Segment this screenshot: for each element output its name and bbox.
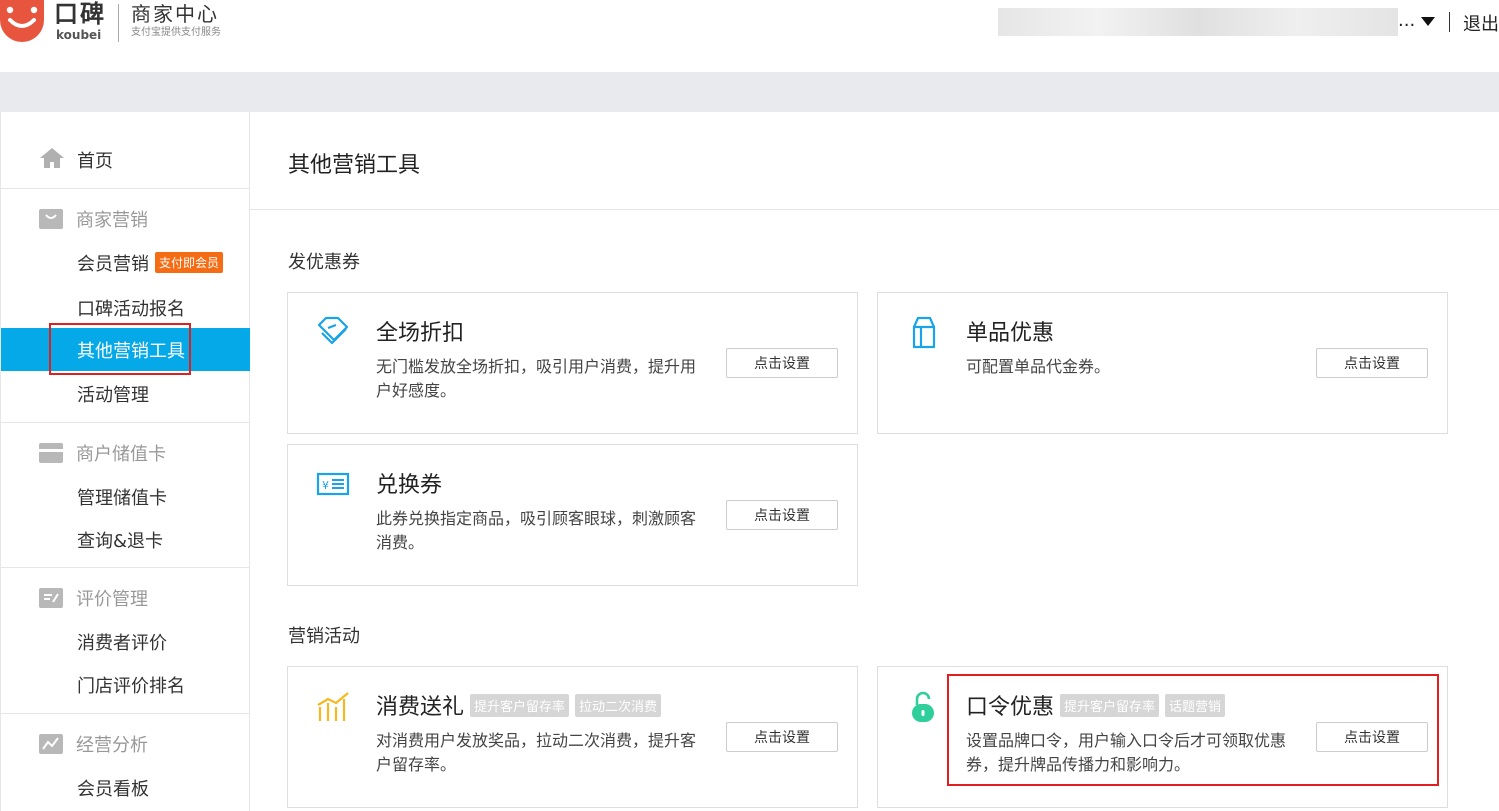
divider (1, 188, 250, 189)
tag-badge: 拉动二次消费 (575, 693, 662, 717)
setup-button[interactable]: 点击设置 (726, 722, 838, 752)
card-single-item: 单品优惠 可配置单品代金券。 点击设置 (877, 292, 1448, 434)
sidebar-group-merchant-marketing: 商家营销 (39, 204, 148, 234)
setup-button[interactable]: 点击设置 (726, 348, 838, 378)
header-band (0, 72, 1499, 112)
svg-text:¥: ¥ (322, 479, 329, 492)
trend-chart-icon (39, 734, 63, 754)
card-icon (39, 443, 63, 463)
brand-name-en: koubei (56, 28, 102, 42)
setup-button[interactable]: 点击设置 (1316, 348, 1428, 378)
edit-note-icon (39, 588, 63, 608)
koubei-logo[interactable]: 口碑 koubei 商家中心 支付宝提供支付服务 (0, 0, 221, 45)
divider (1, 422, 250, 423)
brand-name-cn: 口碑 (54, 0, 106, 28)
section-title-coupons: 发优惠券 (288, 252, 360, 273)
card-title: 消费送礼 (376, 695, 465, 720)
sidebar-group-business-analysis: 经营分析 (39, 729, 148, 759)
user-account-blurred[interactable] (998, 8, 1398, 36)
card-title: 口令优惠 (966, 695, 1055, 720)
sidebar-item-manage-cards[interactable]: 管理储值卡 (1, 475, 250, 518)
status-badge: 支付即会员 (155, 252, 224, 273)
sidebar-item-store-ranking[interactable]: 门店评价排名 (1, 663, 250, 706)
card-store-discount: 全场折扣 无门槛发放全场折扣，吸引用户消费，提升用户好感度。 点击设置 (287, 292, 858, 434)
top-header: 口碑 koubei 商家中心 支付宝提供支付服务 ... 退出 (0, 0, 1499, 72)
portal-title: 商家中心 (131, 2, 219, 26)
sidebar-item-query-refund[interactable]: 查询&退卡 (1, 518, 250, 561)
card-title: 全场折扣 (376, 321, 465, 346)
card-description: 无门槛发放全场折扣，吸引用户消费，提升用户好感度。 (376, 357, 697, 400)
main-content: 其他营销工具 发优惠券 全场折扣 无门槛发放全场折扣，吸引用户消费，提升用户好感… (250, 112, 1499, 811)
divider (1, 713, 250, 714)
logout-link[interactable]: 退出 (1463, 10, 1499, 36)
sidebar-group-stored-value-card: 商户储值卡 (39, 438, 166, 468)
sidebar-group-review-management: 评价管理 (39, 583, 148, 613)
divider (250, 209, 1499, 210)
portal-desc: 支付宝提供支付服务 (131, 27, 221, 38)
discount-tag-icon (316, 315, 350, 349)
sidebar-item-other-tools[interactable]: 其他营销工具 (1, 328, 250, 371)
setup-button[interactable]: 点击设置 (1316, 722, 1428, 752)
card-description: 此券兑换指定商品，吸引顾客眼球，刺激顾客消费。 (376, 509, 697, 552)
card-description: 对消费用户发放奖品，拉动二次消费，提升客户留存率。 (376, 731, 697, 774)
header-divider (1449, 12, 1450, 32)
logo-divider (118, 4, 119, 42)
tag-badge: 提升客户留存率 (470, 693, 570, 717)
shopping-bag-icon (39, 209, 63, 229)
divider (1, 567, 250, 568)
home-icon (39, 147, 65, 173)
caret-down-icon[interactable] (1421, 17, 1435, 26)
card-exchange-voucher: ¥ 兑换券 此券兑换指定商品，吸引顾客眼球，刺激顾客消费。 点击设置 (287, 444, 858, 586)
card-purchase-gift: 消费送礼 提升客户留存率 拉动二次消费 对消费用户发放奖品，拉动二次消费，提升客… (287, 666, 858, 808)
card-password-discount: 口令优惠 提升客户留存率 话题营销 设置品牌口令，用户输入口令后才可领取优惠券，… (877, 666, 1448, 808)
sidebar-item-member-dashboard[interactable]: 会员看板 (1, 766, 250, 809)
sidebar-nav: 首页 商家营销 会员营销 支付即会员 口碑活动报名 其他营销工具 活动管理 商户… (0, 112, 250, 811)
setup-button[interactable]: 点击设置 (726, 500, 838, 530)
voucher-icon: ¥ (316, 467, 350, 501)
koubei-logo-icon (0, 0, 44, 42)
sidebar-item-consumer-reviews[interactable]: 消费者评价 (1, 620, 250, 663)
tag-badge: 提升客户留存率 (1060, 693, 1160, 717)
page-title: 其他营销工具 (288, 153, 421, 178)
card-description: 可配置单品代金券。 (966, 357, 1111, 376)
card-title: 单品优惠 (966, 321, 1055, 346)
tag-badge: 话题营销 (1165, 693, 1226, 717)
unlock-icon (906, 689, 940, 723)
sidebar-item-activity-management[interactable]: 活动管理 (1, 372, 250, 415)
user-ellipsis[interactable]: ... (1398, 10, 1415, 31)
bar-chart-icon (316, 689, 350, 723)
sidebar-item-label: 首页 (77, 151, 113, 172)
card-description: 设置品牌口令，用户输入口令后才可领取优惠券，提升牌品传播力和影响力。 (966, 731, 1287, 774)
sidebar-item-koubei-activity[interactable]: 口碑活动报名 (1, 286, 250, 329)
section-title-campaigns: 营销活动 (288, 626, 360, 647)
sidebar-item-home[interactable]: 首页 (1, 140, 250, 180)
card-title: 兑换券 (376, 473, 443, 498)
sidebar-item-member-marketing[interactable]: 会员营销 支付即会员 (1, 241, 250, 284)
milk-box-icon (906, 315, 940, 349)
